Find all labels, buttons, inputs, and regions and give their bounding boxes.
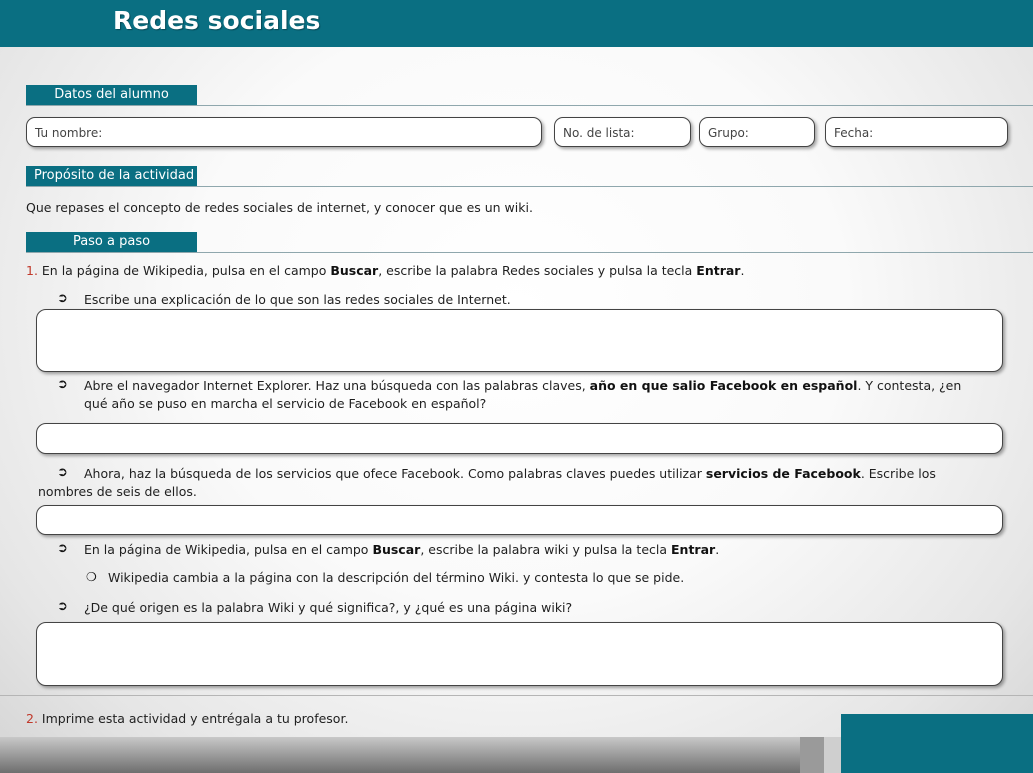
step-2-text: 2. Imprime esta actividad y entrégala a … bbox=[26, 711, 348, 726]
section-tab-proposito: Propósito de la actividad bbox=[26, 166, 197, 186]
question-3-part: Ahora, haz la búsqueda de los servicios … bbox=[84, 466, 706, 481]
section-divider bbox=[26, 252, 1033, 253]
page-title: Redes sociales bbox=[113, 6, 321, 35]
list-number-field-label: No. de lista: bbox=[563, 126, 635, 140]
step-1-keyword: Buscar bbox=[330, 263, 379, 278]
step-2-part: Imprime esta actividad y entrégala a tu … bbox=[37, 711, 349, 726]
question-1-text: Escribe una explicación de lo que son la… bbox=[84, 292, 511, 307]
question-3-part: . Escribe los bbox=[860, 466, 936, 481]
answer-box-2[interactable] bbox=[36, 423, 1003, 454]
group-field-label: Grupo: bbox=[708, 126, 749, 140]
section-tab-paso: Paso a paso bbox=[26, 232, 197, 252]
arrow-bullet-icon: ➲ bbox=[57, 291, 68, 306]
question-5-text: ¿De qué origen es la palabra Wiki y qué … bbox=[84, 600, 573, 615]
step-2-number: 2. bbox=[26, 711, 38, 726]
question-4-part: , escribe la palabra wiki y pulsa la tec… bbox=[420, 542, 672, 557]
step-1-number: 1. bbox=[26, 263, 38, 278]
question-4-keyword: Entrar bbox=[671, 542, 716, 557]
question-2-part: . Y contesta, ¿en bbox=[857, 378, 962, 393]
date-field-label: Fecha: bbox=[834, 126, 874, 140]
question-2-part: Abre el navegador Internet Explorer. Haz… bbox=[84, 378, 590, 393]
step-1-part: . bbox=[740, 263, 745, 278]
question-2-keyword: año en que salio Facebook en español bbox=[589, 378, 858, 393]
header-bar: Redes sociales bbox=[0, 0, 1033, 47]
step-1-keyword: Entrar bbox=[696, 263, 741, 278]
footer-divider bbox=[0, 695, 1033, 696]
group-field[interactable]: Grupo: bbox=[699, 117, 815, 147]
answer-box-1[interactable] bbox=[36, 309, 1003, 372]
step-1-part: En la página de Wikipedia, pulsa en el c… bbox=[37, 263, 331, 278]
step-1-text: 1. En la página de Wikipedia, pulsa en e… bbox=[26, 263, 744, 278]
section-divider bbox=[26, 186, 1033, 187]
date-field[interactable]: Fecha: bbox=[825, 117, 1008, 147]
answer-box-5[interactable] bbox=[36, 622, 1003, 686]
question-3-text: Ahora, haz la búsqueda de los servicios … bbox=[84, 466, 936, 481]
purpose-text: Que repases el concepto de redes sociale… bbox=[26, 200, 533, 215]
name-field[interactable]: Tu nombre: bbox=[26, 117, 542, 147]
section-divider bbox=[26, 105, 1033, 106]
section-tab-datos: Datos del alumno bbox=[26, 85, 197, 105]
question-4-part: En la página de Wikipedia, pulsa en el c… bbox=[84, 542, 373, 557]
step-1-part: , escribe la palabra Redes sociales y pu… bbox=[378, 263, 697, 278]
circle-bullet-icon: ❍ bbox=[86, 570, 97, 584]
arrow-bullet-icon: ➲ bbox=[57, 541, 68, 556]
question-2-text-line-2: qué año se puso en marcha el servicio de… bbox=[84, 396, 487, 411]
question-4-subtext: Wikipedia cambia a la página con la desc… bbox=[108, 570, 685, 585]
question-4-keyword: Buscar bbox=[372, 542, 421, 557]
arrow-bullet-icon: ➲ bbox=[57, 465, 68, 480]
arrow-bullet-icon: ➲ bbox=[57, 377, 68, 392]
name-field-label: Tu nombre: bbox=[35, 126, 103, 140]
arrow-bullet-icon: ➲ bbox=[57, 599, 68, 614]
question-3-keyword: servicios de Facebook bbox=[705, 466, 861, 481]
question-4-part: . bbox=[715, 542, 720, 557]
question-2-text: Abre el navegador Internet Explorer. Haz… bbox=[84, 378, 961, 393]
list-number-field[interactable]: No. de lista: bbox=[554, 117, 691, 147]
question-3-text-line-2: nombres de seis de ellos. bbox=[38, 484, 197, 499]
footer-decoration bbox=[800, 737, 824, 773]
footer-decoration bbox=[824, 737, 841, 773]
footer-accent-block bbox=[841, 714, 1033, 773]
answer-box-3[interactable] bbox=[36, 505, 1003, 535]
question-4-text: En la página de Wikipedia, pulsa en el c… bbox=[84, 542, 719, 557]
